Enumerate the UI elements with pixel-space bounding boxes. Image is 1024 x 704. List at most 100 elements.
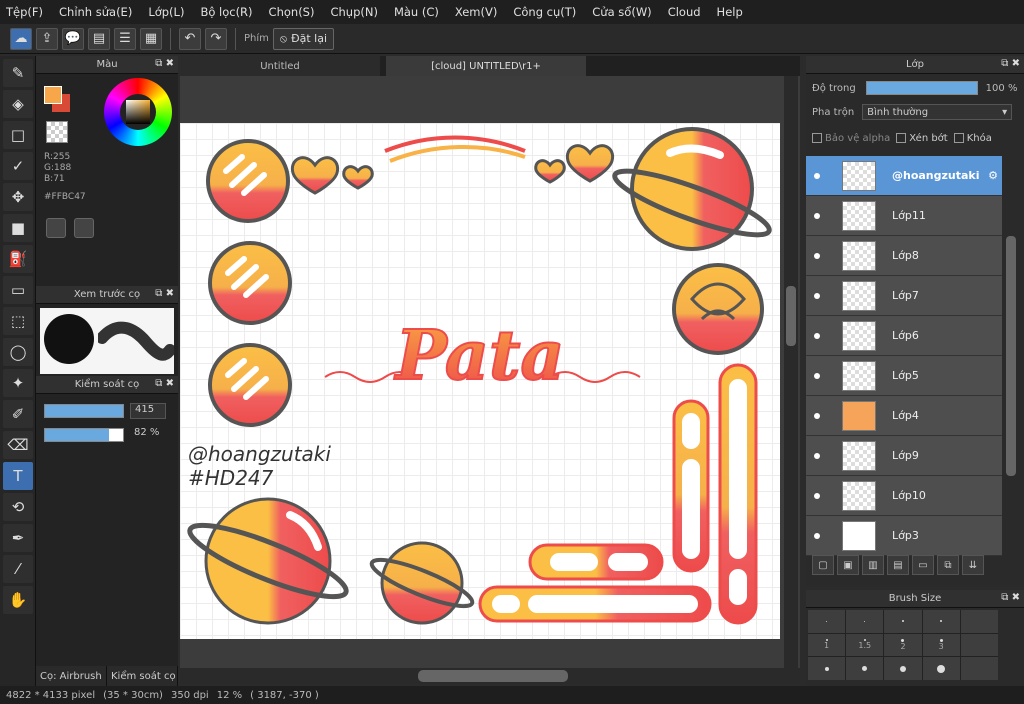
document-icon[interactable]: ▤ [88, 27, 110, 50]
brush-opacity-slider[interactable] [44, 428, 124, 442]
layer-scrollbar[interactable] [1002, 156, 1024, 548]
horizontal-scroll-thumb[interactable] [418, 670, 568, 682]
vertical-scrollbar[interactable] [784, 76, 798, 670]
brush-size-cell[interactable] [922, 610, 960, 633]
brush-size-cell[interactable] [808, 657, 846, 680]
layer-item[interactable]: Lớp10 [806, 476, 1002, 516]
menu-view[interactable]: Xem(V) [455, 5, 497, 19]
blend-mode-select[interactable]: Bình thường ▾ [862, 104, 1013, 120]
visibility-icon[interactable] [814, 372, 820, 379]
brush-size-cell[interactable]: 1.5 [846, 633, 884, 657]
visibility-icon[interactable] [814, 532, 820, 539]
menu-file[interactable]: Tệp(F) [6, 5, 43, 19]
eyedropper-alt-icon[interactable]: ⁄ [3, 555, 33, 583]
brush-size-cell[interactable]: 2 [884, 633, 922, 657]
new-layer-icon[interactable]: ▢ [812, 555, 834, 575]
tab-untitled[interactable]: Untitled [180, 56, 380, 76]
transparent-color-swatch[interactable] [46, 121, 68, 143]
brush-size-cell[interactable] [846, 610, 884, 633]
palette-icon[interactable] [46, 218, 66, 238]
move-icon[interactable]: ✥ [3, 183, 33, 211]
brush-size-cell[interactable] [922, 657, 960, 680]
layer-item[interactable]: Lớp11 [806, 196, 1002, 236]
color-settings-icon[interactable] [74, 218, 94, 238]
brush-size-slider[interactable] [44, 404, 124, 418]
redo-icon[interactable]: ↷ [205, 27, 227, 50]
visibility-icon[interactable] [814, 172, 820, 179]
layer-opacity-slider[interactable] [865, 81, 978, 95]
visibility-icon[interactable] [814, 332, 820, 339]
menu-select[interactable]: Chọn(S) [269, 5, 315, 19]
layer-item[interactable]: @hoangzutaki ⚙ [806, 156, 1002, 196]
new-1bit-layer-icon[interactable]: ▥ [862, 555, 884, 575]
brush-size-cell[interactable] [960, 610, 998, 633]
layer-item[interactable]: Lớp3 [806, 516, 1002, 556]
duplicate-icon[interactable]: ⧉ [937, 555, 959, 575]
new-tone-layer-icon[interactable]: ▤ [887, 555, 909, 575]
saturation-square[interactable] [126, 100, 150, 124]
brush-icon[interactable]: ✎ [3, 59, 33, 87]
drawing-canvas[interactable]: Pata @hoangzutaki #HD247 [180, 123, 780, 639]
menu-window[interactable]: Cửa sổ(W) [592, 5, 651, 19]
menu-filter[interactable]: Bộ lọc(R) [200, 5, 252, 19]
eraser-icon[interactable]: ◈ [3, 90, 33, 118]
share-icon[interactable]: ⇪ [36, 27, 58, 50]
select-eraser-icon[interactable]: ⌫ [3, 431, 33, 459]
bucket-icon[interactable]: ⛽ [3, 245, 33, 273]
visibility-icon[interactable] [814, 492, 820, 499]
merge-icon[interactable]: ⇊ [962, 555, 984, 575]
layer-item[interactable]: Lớp4 [806, 396, 1002, 436]
clipping-checkbox[interactable] [896, 133, 907, 143]
gradient-icon[interactable]: ▭ [3, 276, 33, 304]
visibility-icon[interactable] [814, 212, 820, 219]
undo-icon[interactable]: ↶ [179, 27, 201, 50]
layer-item[interactable]: Lớp5 [806, 356, 1002, 396]
brush-size-value[interactable]: 415 [130, 403, 166, 419]
lasso-icon[interactable]: ◯ [3, 338, 33, 366]
menu-tools[interactable]: Công cụ(T) [513, 5, 576, 19]
new-halftone-layer-icon[interactable]: ▣ [837, 555, 859, 575]
tab-airbrush[interactable]: Cọ: Airbrush [36, 666, 107, 686]
canvas-area[interactable]: Pata @hoangzutaki #HD247 [180, 76, 800, 670]
brush-size-cell[interactable] [808, 610, 846, 633]
brush-size-cell[interactable]: 3 [922, 633, 960, 657]
panel-window-icons[interactable]: ⧉ ✖ [1001, 592, 1020, 603]
layer-item[interactable]: Lớp9 [806, 436, 1002, 476]
brush-size-cell[interactable] [846, 657, 884, 680]
menu-cloud[interactable]: Cloud [668, 5, 701, 19]
brush-size-cell[interactable] [960, 657, 998, 680]
magic-wand-icon[interactable]: ✦ [3, 369, 33, 397]
pen-icon[interactable]: ✓ [3, 152, 33, 180]
select-rect-icon[interactable]: ⬚ [3, 307, 33, 335]
brush-size-cell[interactable] [884, 610, 922, 633]
layer-item[interactable]: Lớp6 [806, 316, 1002, 356]
panel-window-icons[interactable]: ⧉ ✖ [155, 378, 174, 389]
menu-edit[interactable]: Chỉnh sửa(E) [59, 5, 132, 19]
layer-item[interactable]: Lớp7 [806, 276, 1002, 316]
panel-window-icons[interactable]: ⧉ ✖ [155, 288, 174, 299]
menu-capture[interactable]: Chụp(N) [330, 5, 377, 19]
text-icon[interactable]: T [3, 462, 33, 490]
visibility-icon[interactable] [814, 452, 820, 459]
brush-size-cell[interactable] [884, 657, 922, 680]
comment-icon[interactable]: 💬 [62, 27, 84, 50]
lock-checkbox[interactable] [953, 133, 964, 143]
horizontal-scrollbar[interactable] [180, 668, 800, 684]
eyedropper-icon[interactable]: ✒ [3, 524, 33, 552]
menu-layer[interactable]: Lớp(L) [148, 5, 184, 19]
vertical-scroll-thumb[interactable] [786, 286, 796, 346]
grid-icon[interactable]: ▦ [140, 27, 162, 50]
list-icon[interactable]: ☰ [114, 27, 136, 50]
panel-window-icons[interactable]: ⧉ ✖ [155, 58, 174, 69]
fill-rect-icon[interactable]: ■ [3, 214, 33, 242]
visibility-icon[interactable] [814, 412, 820, 419]
reset-button[interactable]: ⦸ Đặt lại [272, 27, 335, 50]
tab-cloud-untitled[interactable]: [cloud] UNTITLED\r1+ [386, 56, 586, 76]
menu-color[interactable]: Màu (C) [394, 5, 439, 19]
color-wheel[interactable] [104, 78, 172, 146]
divide-icon[interactable]: ⟲ [3, 493, 33, 521]
cloud-icon[interactable]: ☁ [10, 27, 32, 50]
foreground-color-swatch[interactable] [44, 86, 62, 104]
rectangle-icon[interactable]: □ [3, 121, 33, 149]
brush-size-cell[interactable] [960, 633, 998, 657]
